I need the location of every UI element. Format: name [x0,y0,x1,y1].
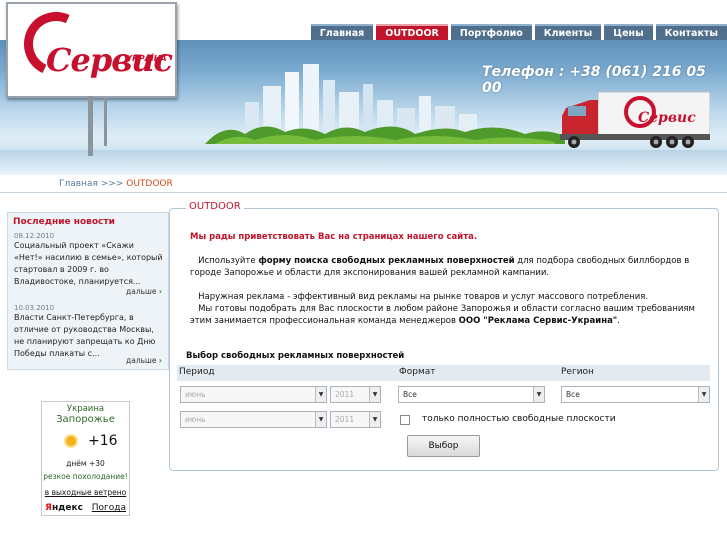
main-nav: Главная OUTDOOR Портфолио Клиенты Цены К… [310,24,727,40]
nav-portfolio[interactable]: Портфолио [450,24,532,40]
news-date: 10.03.2010 [14,304,55,312]
arrow-right-icon: › [158,356,162,365]
billboard-post [104,98,107,146]
billboard-logo[interactable]: Сервис УКРАЇНА [6,2,177,98]
description-paragraph: Наружная реклама - эффективный вид рекла… [190,292,695,326]
news-text[interactable]: Власти Санкт-Петербурга, в отличие от ру… [14,312,164,360]
form-header-row: Период Формат Регион [177,365,710,381]
form-title: Выбор свободных рекламных поверхностей [186,351,405,361]
nav-contacts[interactable]: Контакты [655,24,727,40]
page-title: OUTDOOR [186,201,244,212]
yandex-logo[interactable]: Яндекс [45,503,83,513]
period-to-year-select[interactable]: 2011 ▼ [330,411,381,428]
weather-link[interactable]: Погода [92,503,126,513]
weather-condition: резкое похолодание! [43,472,128,481]
chevron-down-icon: ▼ [698,387,709,402]
news-more-label: дальше [126,356,157,365]
breadcrumb-current: OUTDOOR [126,179,173,189]
news-title: Последние новости [13,217,115,227]
billboard-post [88,96,93,156]
logo-subtitle: УКРАЇНА [126,54,167,63]
header-period: Период [179,367,215,377]
breadcrumb-separator: >>> [100,179,124,189]
truck-logo-text: Сервис [638,110,696,126]
weather-widget[interactable]: Украина Запорожье +16 днём +30 резкое по… [41,401,130,516]
nav-home[interactable]: Главная [310,24,374,40]
chevron-down-icon: ▼ [533,387,544,402]
period-from-month-select[interactable]: июнь ▼ [180,386,327,403]
sun-icon [66,436,76,446]
header-format: Формат [399,367,436,377]
chevron-down-icon: ▼ [369,412,380,427]
weather-country: Украина [66,404,105,414]
news-date: 08.12.2010 [14,232,55,240]
weather-weekend[interactable]: в выходные ветрено [42,488,129,497]
weather-day-temp: днём +30 [66,459,105,468]
divider [0,192,727,193]
period-from-year-select[interactable]: 2011 ▼ [330,386,381,403]
news-text[interactable]: Социальный проект «Скажи «Нет!» насилию … [14,240,164,288]
only-free-label: только полностью свободные плоскости [422,414,616,424]
arrow-right-icon: › [158,287,162,296]
chevron-down-icon: ▼ [315,387,326,402]
header-region: Регион [561,367,594,377]
region-select[interactable]: Все ▼ [561,386,710,403]
submit-button[interactable]: Выбор [407,435,480,457]
weather-city: Запорожье [56,414,115,425]
news-more-link[interactable]: дальше › [126,287,162,296]
period-to-month-select[interactable]: июнь ▼ [180,411,327,428]
search-form-link[interactable]: форму поиска свободных рекламных поверхн… [258,256,514,266]
only-free-checkbox[interactable] [400,415,410,425]
truck-illustration: Сервис [560,91,710,148]
site-header: Сервис УКРАЇНА Главная OUTDOOR Портфолио… [0,0,727,175]
news-more-link[interactable]: дальше › [126,356,162,365]
water-reflection [0,150,727,175]
breadcrumb-home[interactable]: Главная [59,179,98,189]
breadcrumb: Главная >>> OUTDOOR [59,179,173,189]
nav-clients[interactable]: Клиенты [534,24,602,40]
intro-paragraph: Используйте форму поиска свободных рекла… [190,256,690,278]
nav-outdoor[interactable]: OUTDOOR [376,24,448,40]
welcome-text: Мы рады приветствовать Вас на страницах … [190,232,478,242]
news-more-label: дальше [126,287,157,296]
format-select[interactable]: Все ▼ [398,386,545,403]
news-panel: Последние новости 08.12.2010 Социальный … [7,212,169,370]
chevron-down-icon: ▼ [369,387,380,402]
chevron-down-icon: ▼ [315,412,326,427]
nav-prices[interactable]: Цены [604,24,653,40]
content-panel [169,208,719,471]
weather-temperature: +16 [88,433,118,449]
